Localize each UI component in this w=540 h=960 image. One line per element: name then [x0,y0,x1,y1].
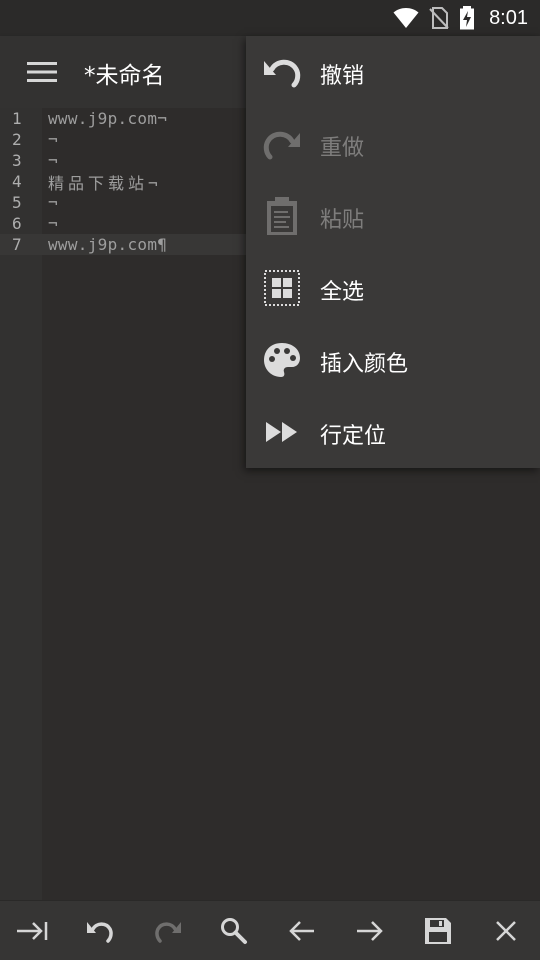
redo-button[interactable] [148,911,188,951]
line-number: 2 [12,130,22,149]
document-title: *未命名 [84,63,165,89]
arrow-left-icon [289,921,314,941]
bottom-toolbar [0,900,540,960]
select-all-icon [262,269,302,307]
menu-button[interactable] [20,52,64,92]
overflow-menu: 撤销 重做 粘贴 全选 插入颜色 行定位 [246,36,540,468]
line-text[interactable]: ¬ [42,151,58,170]
status-time: 8:01 [489,6,528,29]
save-button[interactable] [418,911,458,951]
line-number: 4 [12,172,22,191]
line-text[interactable]: ¬ [42,130,58,149]
indent-button[interactable] [12,911,52,951]
line-text[interactable]: www.j9p.com¬ [42,109,167,128]
wifi-icon [393,8,419,28]
redo-icon [262,125,302,163]
line-number: 7 [12,235,22,254]
previous-button[interactable] [282,911,322,951]
search-button[interactable] [214,911,254,951]
line-text[interactable]: www.j9p.com¶ [42,235,167,254]
clipboard-icon [262,197,302,235]
menu-item-redo[interactable]: 重做 [246,108,540,180]
close-icon [496,921,516,941]
battery-charging-icon [460,6,475,30]
undo-icon [262,53,302,91]
menu-item-goto-line[interactable]: 行定位 [246,396,540,468]
fast-forward-icon [262,413,302,451]
menu-item-select-all[interactable]: 全选 [246,252,540,324]
line-number: 6 [12,214,22,233]
menu-item-label: 重做 [320,136,365,161]
line-number: 3 [12,151,22,170]
line-text[interactable]: 精品下载站¬ [42,170,162,194]
search-icon [221,918,247,944]
no-sim-icon [429,7,449,29]
redo-icon [155,922,181,943]
status-bar: 8:01 [0,0,540,36]
menu-item-label: 撤销 [320,64,365,89]
menu-item-label: 行定位 [320,424,387,449]
menu-item-label: 插入颜色 [320,352,409,377]
menu-item-insert-color[interactable]: 插入颜色 [246,324,540,396]
menu-item-undo[interactable]: 撤销 [246,36,540,108]
line-text[interactable]: ¬ [42,214,58,233]
status-icons: 8:01 [393,4,528,32]
menu-item-label: 全选 [320,280,365,305]
line-number: 5 [12,193,22,212]
arrow-right-icon [357,921,383,941]
menu-item-paste[interactable]: 粘贴 [246,180,540,252]
undo-icon [87,922,113,943]
next-button[interactable] [350,911,390,951]
save-icon [425,918,451,944]
menu-item-label: 粘贴 [320,208,365,233]
hamburger-menu-icon [27,62,57,82]
close-button[interactable] [486,911,526,951]
line-number: 1 [12,109,22,128]
line-text[interactable]: ¬ [42,193,58,212]
palette-icon [262,341,302,379]
undo-button[interactable] [80,911,120,951]
tab-indent-icon [17,922,48,940]
